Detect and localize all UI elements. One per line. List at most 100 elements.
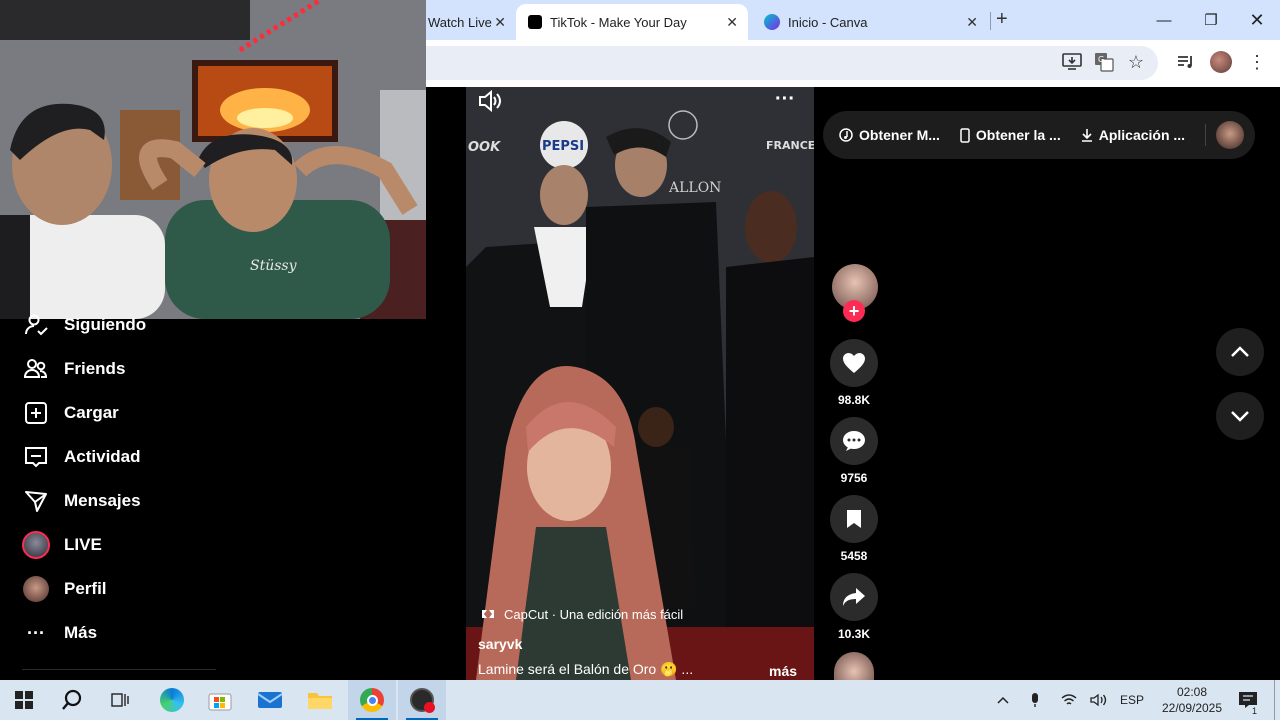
chevron-down-icon [1231,411,1249,422]
search-icon[interactable] [48,680,96,720]
svg-text:Stüssy: Stüssy [250,258,298,274]
sidebar-item-perfil[interactable]: Perfil [22,574,107,604]
share-action[interactable]: 10.3K [830,573,878,641]
restore-icon[interactable]: ❐ [1188,6,1234,34]
capcut-link[interactable]: CapCut · Una edición más fácil [480,606,683,622]
volume-icon[interactable] [478,89,502,117]
clock-date: 22/09/2025 [1161,701,1223,715]
tab-watch-live[interactable]: Watch Live ✕ [416,4,516,40]
task-view-icon[interactable] [96,680,144,720]
download-icon [1081,128,1093,142]
sidebar-item-actividad[interactable]: Actividad [22,442,141,472]
video-player[interactable]: PEPSI ALLON FRANCE OOK [466,87,814,680]
webcam-feed: Stüssy [0,0,426,319]
close-icon[interactable]: ✕ [726,14,738,31]
svg-text:OOK: OOK [468,140,501,155]
tab-label: Inicio - Canva [788,14,868,30]
get-app-phone-button[interactable]: Obtener la ... [960,127,1061,143]
capcut-label: CapCut · Una edición más fácil [504,606,684,622]
svg-text:FRANCE: FRANCE [766,139,814,152]
svg-text:ALLON: ALLON [668,180,721,196]
menu-icon[interactable]: ⋮ [1245,50,1269,74]
messages-icon [22,487,50,515]
video-options-icon[interactable]: ··· [775,88,795,111]
next-video-button[interactable] [1216,392,1264,440]
windows-taskbar: ESP 02:08 22/09/2025 1 [0,680,1280,720]
bookmark-icon[interactable] [830,495,878,543]
video-author[interactable]: saryvk [478,636,522,652]
notification-count: 1 [1249,706,1259,716]
get-button-label: Aplicación ... [1098,127,1186,143]
sidebar-item-siguiendo[interactable]: Siguiendo [22,310,146,340]
new-tab-icon[interactable]: + [996,8,1008,31]
sidebar-item-label: Perfil [64,579,107,598]
profile-avatar[interactable] [1209,50,1233,74]
bar-divider [1205,124,1207,146]
screen: Watch Live ✕ TikTok - Make Your Day ✕ In… [0,0,1280,720]
window-close-icon[interactable]: ✕ [1234,6,1280,34]
follow-plus-icon[interactable]: + [843,300,865,322]
friends-icon [22,355,50,383]
mail-icon[interactable] [246,680,294,720]
sidebar-item-friends[interactable]: Friends [22,354,125,384]
install-app-icon[interactable] [1060,50,1084,74]
tab-label: TikTok - Make Your Day [550,14,687,30]
svg-text:G: G [1098,55,1104,64]
desktop-app-button[interactable]: Aplicación ... [1081,127,1185,143]
sidebar-item-label: Mensajes [64,491,141,510]
media-control-icon[interactable] [1174,50,1198,74]
save-action[interactable]: 5458 [830,495,878,563]
microsoft-store-icon[interactable] [196,680,244,720]
svg-text:PEPSI: PEPSI [542,139,584,154]
windows-start-icon[interactable] [0,680,48,720]
clock[interactable]: 02:08 22/09/2025 [1152,680,1232,720]
show-hidden-icons-chevron-up-icon[interactable] [992,680,1014,720]
share-icon[interactable] [830,573,878,621]
heart-icon[interactable] [830,339,878,387]
wifi-icon[interactable] [1058,680,1080,720]
previous-video-button[interactable] [1216,328,1264,376]
sidebar-item-live[interactable]: LIVE [22,530,102,560]
sidebar-item-mas[interactable]: ··· Más [22,618,97,648]
close-icon[interactable]: ✕ [494,14,506,31]
live-avatar-icon [22,531,50,559]
profile-avatar-icon [22,575,50,603]
edge-icon[interactable] [148,680,196,720]
file-explorer-icon[interactable] [296,680,344,720]
sidebar-item-label: Más [64,623,98,642]
sidebar-item-label: Actividad [64,447,141,466]
webcam-scene: Stüssy [0,0,426,319]
video-caption: Lamine será el Balón de Oro 🫢 ... [478,661,694,677]
music-note-icon [839,128,853,142]
user-avatar[interactable] [1216,121,1245,149]
bookmark-star-icon[interactable]: ☆ [1124,50,1148,74]
show-desktop-button[interactable] [1274,680,1275,720]
sound-disc-icon[interactable] [834,652,874,680]
microphone-icon[interactable] [1024,680,1046,720]
get-button-label: Obtener la ... [975,127,1061,143]
notification-icon[interactable]: 1 [1234,680,1262,720]
save-count: 5458 [840,549,868,563]
obs-recording-icon[interactable] [398,680,446,720]
tab-tiktok[interactable]: TikTok - Make Your Day ✕ [516,4,748,40]
minimize-icon[interactable]: — [1141,6,1187,34]
tab-canva[interactable]: Inicio - Canva ✕ [752,4,988,40]
capcut-icon [480,606,496,622]
tiktok-icon [528,15,542,29]
sidebar-item-mensajes[interactable]: Mensajes [22,486,141,516]
chrome-icon[interactable] [348,680,396,720]
like-action[interactable]: 98.8K [830,339,878,407]
sidebar-item-cargar[interactable]: Cargar [22,398,119,428]
close-icon[interactable]: ✕ [966,14,978,31]
language-indicator[interactable]: ESP [1118,680,1146,720]
volume-tray-icon[interactable] [1088,680,1110,720]
sidebar-item-label: Siguiendo [64,315,147,334]
comment-icon[interactable] [830,417,878,465]
clock-time: 02:08 [1176,685,1208,699]
translate-icon[interactable]: G [1092,50,1116,74]
comment-action[interactable]: 9756 [830,417,878,485]
get-music-button[interactable]: Obtener M... [839,127,940,143]
canva-icon [764,14,780,30]
video-frame: PEPSI ALLON FRANCE OOK [466,87,814,680]
caption-more-button[interactable]: más [769,663,797,679]
